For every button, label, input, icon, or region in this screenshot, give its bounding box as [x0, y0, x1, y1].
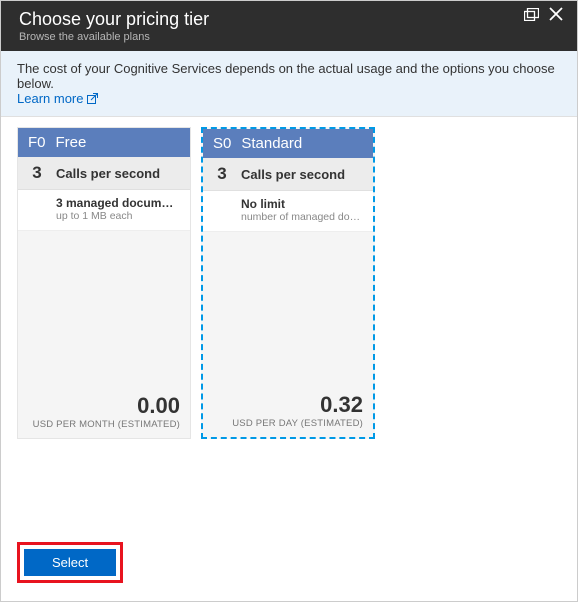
select-button[interactable]: Select: [24, 549, 116, 576]
tier-spacer: [203, 232, 373, 386]
tier-card-s0[interactable]: S0 Standard 3 Calls per second No limit …: [201, 127, 375, 439]
blade-subtitle: Browse the available plans: [19, 31, 524, 43]
tier-calls-num: 3: [213, 164, 231, 184]
blade-header: Choose your pricing tier Browse the avai…: [1, 1, 577, 51]
tier-code: F0: [28, 134, 46, 151]
content-fill: [1, 439, 577, 530]
tier-calls-row: 3 Calls per second: [18, 157, 190, 190]
close-icon[interactable]: [549, 7, 563, 21]
tier-price-amount: 0.32: [213, 392, 363, 418]
footer: Select: [1, 530, 577, 601]
tier-price-caption: USD PER DAY (ESTIMATED): [213, 418, 363, 429]
tier-price-caption: USD PER MONTH (ESTIMATED): [28, 419, 180, 430]
tier-header: S0 Standard: [203, 129, 373, 158]
header-text-block: Choose your pricing tier Browse the avai…: [19, 9, 524, 43]
external-link-icon: [87, 93, 98, 104]
tier-price: 0.00 USD PER MONTH (ESTIMATED): [18, 387, 190, 438]
tier-code: S0: [213, 135, 231, 152]
tier-calls-label: Calls per second: [56, 166, 160, 181]
tier-detail-primary: 3 managed documents: [56, 196, 180, 210]
tier-calls-num: 3: [28, 163, 46, 183]
tier-calls-row: 3 Calls per second: [203, 158, 373, 191]
select-highlight: Select: [17, 542, 123, 583]
tier-detail-primary: No limit: [241, 197, 363, 211]
tier-name: Standard: [241, 135, 302, 152]
tier-detail: No limit number of managed docu...: [203, 191, 373, 232]
info-banner-text: The cost of your Cognitive Services depe…: [17, 61, 555, 91]
tier-list: F0 Free 3 Calls per second 3 managed doc…: [1, 117, 577, 439]
tier-name: Free: [56, 134, 87, 151]
tier-header: F0 Free: [18, 128, 190, 157]
info-banner: The cost of your Cognitive Services depe…: [1, 51, 577, 117]
tier-spacer: [18, 231, 190, 387]
tier-detail-secondary: number of managed docu...: [241, 211, 363, 223]
tier-price: 0.32 USD PER DAY (ESTIMATED): [203, 386, 373, 437]
blade-title: Choose your pricing tier: [19, 9, 524, 30]
learn-more-link[interactable]: Learn more: [17, 91, 98, 106]
learn-more-label: Learn more: [17, 91, 83, 106]
header-controls: [524, 7, 563, 21]
tier-card-f0[interactable]: F0 Free 3 Calls per second 3 managed doc…: [17, 127, 191, 439]
tier-detail-secondary: up to 1 MB each: [56, 210, 180, 222]
tier-calls-label: Calls per second: [241, 167, 345, 182]
tier-detail: 3 managed documents up to 1 MB each: [18, 190, 190, 231]
tier-price-amount: 0.00: [28, 393, 180, 419]
restore-icon[interactable]: [524, 8, 539, 21]
